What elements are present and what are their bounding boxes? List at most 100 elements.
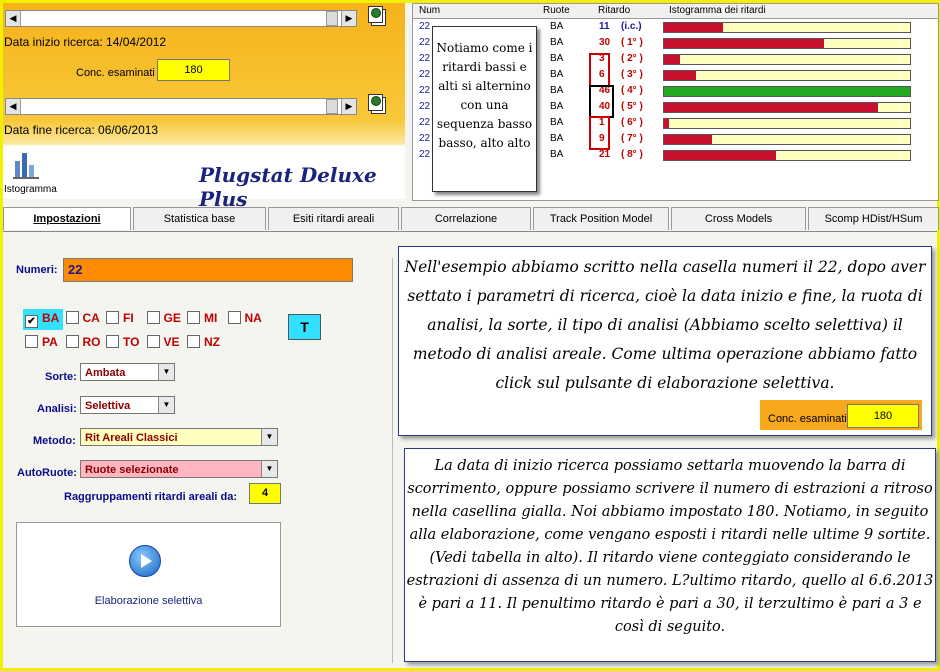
tab-track-position-model[interactable]: Track Position Model: [533, 207, 669, 230]
highlight-low-box: [589, 116, 610, 150]
autoruote-label: AutoRuote:: [17, 467, 77, 479]
ruota-checkbox-mi[interactable]: MI: [187, 311, 217, 325]
cell-order: (i.c.): [621, 21, 642, 32]
elaborazione-label: Elaborazione selettiva: [94, 595, 203, 607]
conc-inset-label: Conc. esaminati: [768, 413, 847, 425]
raggruppamenti-input[interactable]: 4: [249, 483, 281, 504]
metodo-select[interactable]: Rit Areali Classici ▼: [80, 428, 278, 446]
metodo-value: Rit Areali Classici: [85, 432, 178, 444]
app-title: Plugstat Deluxe Plus: [199, 163, 377, 211]
ruota-checkbox-fi[interactable]: FI: [106, 311, 134, 325]
ruota-checkbox-pa[interactable]: PA: [25, 335, 58, 349]
ruota-label: BA: [42, 311, 60, 325]
cell-ruota: BA: [550, 101, 564, 112]
t-button[interactable]: T: [288, 314, 321, 340]
col-header-ritardo: Ritardo: [598, 5, 631, 16]
cell-num: 22: [419, 85, 431, 96]
tab-cross-models[interactable]: Cross Models: [671, 207, 806, 230]
ruota-label: FI: [123, 311, 134, 325]
cell-num: 22: [419, 133, 431, 144]
search-panel: ◀ ▶ Data inizio ricerca: 14/04/2012 Conc…: [3, 3, 405, 211]
histogram-track: [663, 102, 911, 113]
sorte-value: Ambata: [85, 367, 126, 379]
checkbox-icon[interactable]: [65, 311, 79, 324]
histogram-bar: [664, 119, 669, 128]
cell-ruota: BA: [550, 133, 564, 144]
checkbox-icon[interactable]: [187, 311, 200, 324]
scroll-thumb[interactable]: [326, 99, 338, 114]
tab-statistica-base[interactable]: Statistica base: [133, 207, 266, 230]
cell-order: ( 2° ): [621, 53, 643, 64]
checkbox-icon[interactable]: ✔: [25, 315, 38, 328]
scroll-thumb[interactable]: [326, 11, 338, 26]
col-header-num: Num: [419, 5, 441, 16]
ruota-checkbox-ve[interactable]: VE: [146, 335, 180, 349]
chevron-down-icon[interactable]: ▼: [261, 429, 277, 445]
histogram-bar: [664, 39, 824, 48]
raggruppamenti-label: Raggruppamenti ritardi areali da:: [64, 491, 237, 503]
histogram-bar: [664, 55, 680, 64]
histogram-bar: [664, 87, 910, 96]
autoruote-select[interactable]: Ruote selezionate ▼: [80, 460, 278, 478]
end-date-label: Data fine ricerca: 06/06/2013: [4, 123, 159, 137]
cell-num: 22: [419, 117, 431, 128]
col-header-ruote: Ruote: [543, 5, 570, 16]
cell-ruota: BA: [550, 37, 564, 48]
ruota-checkbox-to[interactable]: TO: [106, 335, 139, 349]
scroll-right-icon[interactable]: ▶: [341, 99, 356, 114]
chevron-down-icon[interactable]: ▼: [261, 461, 277, 477]
ruota-checkbox-ge[interactable]: GE: [146, 311, 181, 325]
pages-icon[interactable]: [367, 93, 387, 115]
histogram-label[interactable]: Istogramma: [4, 184, 57, 195]
tab-impostazioni[interactable]: Impostazioni: [3, 207, 131, 230]
cell-order: ( 6° ): [621, 117, 643, 128]
start-date-scrollbar[interactable]: ◀ ▶: [5, 10, 357, 27]
ruota-checkbox-nz[interactable]: NZ: [187, 335, 220, 349]
checkbox-icon[interactable]: [65, 335, 79, 348]
ruota-checkbox-ca[interactable]: CA: [65, 311, 100, 325]
checkbox-icon[interactable]: [187, 335, 200, 348]
ruota-label: CA: [82, 311, 100, 325]
analisi-select[interactable]: Selettiva ▼: [80, 396, 175, 414]
divider: [392, 258, 393, 663]
checkbox-icon[interactable]: [146, 311, 160, 324]
chevron-down-icon[interactable]: ▼: [158, 397, 174, 413]
checkbox-icon[interactable]: [227, 311, 241, 324]
histogram-bar: [664, 151, 776, 160]
scroll-right-icon[interactable]: ▶: [341, 11, 356, 26]
histogram-bar: [664, 71, 696, 80]
end-date-scrollbar[interactable]: ◀ ▶: [5, 98, 357, 115]
ruota-label: TO: [123, 335, 140, 349]
chevron-down-icon[interactable]: ▼: [158, 364, 174, 380]
conc-input[interactable]: 180: [157, 59, 230, 81]
cell-num: 22: [419, 69, 431, 80]
play-icon[interactable]: [129, 545, 161, 577]
info-text-explanation: La data di inizio ricerca possiamo setta…: [406, 458, 934, 635]
tab-correlazione[interactable]: Correlazione: [401, 207, 531, 230]
numeri-input[interactable]: 22: [63, 258, 353, 282]
sorte-label: Sorte:: [45, 371, 77, 383]
cell-num: 22: [419, 149, 431, 160]
cell-order: ( 8° ): [621, 149, 643, 160]
scroll-left-icon[interactable]: ◀: [6, 11, 21, 26]
ruota-label: NA: [244, 311, 262, 325]
scroll-left-icon[interactable]: ◀: [6, 99, 21, 114]
sorte-select[interactable]: Ambata ▼: [80, 363, 175, 381]
ruota-label: NZ: [204, 335, 220, 349]
elaborazione-panel[interactable]: Elaborazione selettiva: [16, 522, 281, 627]
pages-icon[interactable]: [367, 5, 387, 27]
checkbox-icon[interactable]: [146, 335, 160, 348]
ruota-checkbox-na[interactable]: NA: [227, 311, 262, 325]
cell-ruota: BA: [550, 53, 564, 64]
checkbox-icon[interactable]: [25, 335, 38, 348]
cell-ruota: BA: [550, 149, 564, 160]
checkbox-icon[interactable]: [106, 311, 119, 324]
start-date-label: Data inizio ricerca: 14/04/2012: [4, 35, 167, 49]
tab-scomp-hdist-hsum[interactable]: Scomp HDist/HSum: [808, 207, 939, 230]
tab-esiti-ritardi-areali[interactable]: Esiti ritardi areali: [268, 207, 399, 230]
ruota-checkbox-ba[interactable]: ✔ BA: [23, 309, 64, 330]
cell-order: ( 1° ): [621, 37, 643, 48]
histogram-chart-icon[interactable]: [13, 149, 43, 183]
ruota-checkbox-ro[interactable]: RO: [65, 335, 101, 349]
checkbox-icon[interactable]: [106, 335, 119, 348]
